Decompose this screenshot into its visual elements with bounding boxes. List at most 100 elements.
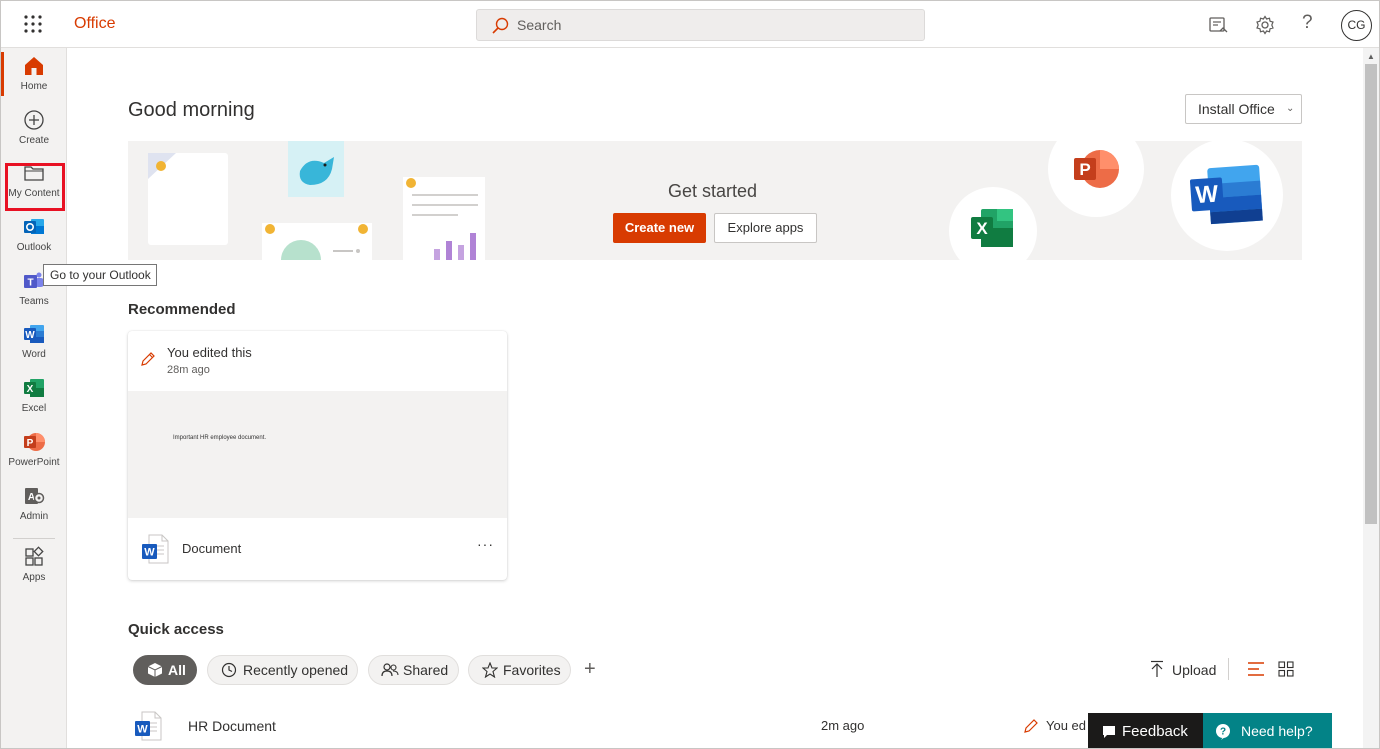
outlook-highlight-box <box>5 163 65 211</box>
rail-item-apps[interactable]: Apps <box>1 539 67 593</box>
app-launcher-icon[interactable] <box>23 14 43 34</box>
install-office-label: Install Office <box>1198 101 1275 117</box>
word-file-icon: W <box>135 711 162 741</box>
excel-logo-icon: X <box>971 209 1013 247</box>
star-icon <box>482 662 498 678</box>
main-content: Good morning Install Office ⌄ Get starte… <box>67 48 1363 748</box>
people-icon <box>381 663 399 677</box>
home-icon <box>25 57 43 75</box>
pencil-edit-icon <box>141 352 155 366</box>
rail-label-create: Create <box>18 135 49 146</box>
filter-recently-opened[interactable]: Recently opened <box>207 655 358 685</box>
word-logo-icon: W <box>1189 164 1263 225</box>
preview-text: Important HR employee document. <box>173 435 267 441</box>
filter-all-label: All <box>168 662 186 678</box>
rail-item-admin[interactable]: A Admin <box>1 478 67 532</box>
grid-view-icon[interactable] <box>1278 661 1294 677</box>
banner-illustration <box>148 141 485 260</box>
rail-label-admin: Admin <box>19 511 49 522</box>
rail-item-create[interactable]: Create <box>1 102 67 156</box>
svg-text:X: X <box>976 219 988 238</box>
document-preview-thumbnail: Important HR employee document. <box>128 391 507 518</box>
explore-apps-button[interactable]: Explore apps <box>714 213 817 243</box>
powerpoint-logo-icon: P <box>1074 150 1119 188</box>
recommended-card[interactable]: You edited this 28m ago Important HR emp… <box>128 331 507 580</box>
upload-label: Upload <box>1172 662 1217 678</box>
rail-label-outlook: Outlook <box>16 242 52 253</box>
get-started-title: Get started <box>668 181 758 201</box>
apps-icon <box>25 546 44 566</box>
rail-item-outlook[interactable]: Outlook <box>1 209 67 263</box>
svg-text:T: T <box>27 278 33 289</box>
rail-label-apps: Apps <box>22 572 46 583</box>
search-icon <box>492 17 509 34</box>
settings-gear-icon[interactable] <box>1254 14 1276 36</box>
file-time: 2m ago <box>821 718 865 733</box>
vertical-scrollbar[interactable]: ▲ <box>1363 48 1379 748</box>
svg-text:W: W <box>144 547 155 559</box>
scrollbar-thumb[interactable] <box>1365 64 1377 524</box>
filter-recently-opened-label: Recently opened <box>243 662 349 678</box>
feedback-label: Feedback <box>1122 723 1188 740</box>
svg-text:?: ? <box>1220 727 1226 738</box>
upload-icon <box>1151 660 1163 677</box>
rail-label-word: Word <box>22 349 46 360</box>
svg-text:W: W <box>25 330 35 341</box>
rail-item-word[interactable]: W Word <box>1 316 67 370</box>
word-file-icon: W <box>142 534 169 564</box>
help-icon[interactable]: ? <box>1302 12 1313 34</box>
quick-access-heading: Quick access <box>128 621 224 638</box>
filter-favorites[interactable]: Favorites <box>468 655 571 685</box>
feedback-button[interactable]: Feedback <box>1088 713 1203 748</box>
whats-new-icon[interactable] <box>1207 14 1229 36</box>
svg-text:P: P <box>1079 160 1090 179</box>
office-brand-link[interactable]: Office <box>74 15 116 33</box>
chat-bubble-icon <box>1103 726 1115 738</box>
search-box[interactable] <box>476 9 925 41</box>
user-avatar[interactable]: CG <box>1341 10 1372 41</box>
clock-icon <box>221 662 237 678</box>
create-new-button[interactable]: Create new <box>613 213 706 243</box>
rail-label-excel: Excel <box>21 403 47 414</box>
help-bubble-icon: ? <box>1216 724 1230 740</box>
filter-all[interactable]: All <box>133 655 197 685</box>
add-filter-button[interactable]: + <box>584 658 596 681</box>
rail-item-home[interactable]: Home <box>1 48 67 102</box>
rail-item-powerpoint[interactable]: P PowerPoint <box>1 424 67 478</box>
card-activity: You edited this <box>167 345 252 360</box>
powerpoint-app-tile: P <box>1048 141 1144 217</box>
file-activity: You ed <box>1046 718 1087 733</box>
filter-shared-label: Shared <box>403 662 449 678</box>
cube-icon <box>147 663 163 677</box>
greeting-heading: Good morning <box>128 99 255 121</box>
need-help-label: Need help? <box>1241 723 1313 739</box>
need-help-button[interactable]: ? Need help? <box>1203 713 1332 748</box>
recommended-heading: Recommended <box>128 301 236 318</box>
excel-icon: X <box>24 379 44 397</box>
rail-item-excel[interactable]: X Excel <box>1 370 67 424</box>
card-file-name: Document <box>182 541 242 556</box>
chevron-down-icon: ⌄ <box>1286 103 1295 114</box>
scroll-up-arrow-icon[interactable]: ▲ <box>1367 52 1375 61</box>
outlook-icon <box>24 219 44 234</box>
file-name: HR Document <box>188 718 276 734</box>
filter-shared[interactable]: Shared <box>368 655 459 685</box>
toolbar-divider <box>1228 658 1229 680</box>
rail-label-teams: Teams <box>19 296 49 307</box>
install-office-button[interactable]: Install Office ⌄ <box>1185 94 1302 124</box>
left-app-rail: Home Create My Content Outlook T Teams W… <box>1 48 67 748</box>
more-options-button[interactable]: ··· <box>477 536 494 552</box>
svg-text:P: P <box>27 438 34 449</box>
list-view-icon[interactable] <box>1247 661 1265 677</box>
powerpoint-icon: P <box>24 433 45 451</box>
svg-text:W: W <box>1195 181 1220 210</box>
plus-circle-icon <box>24 110 44 130</box>
admin-icon: A <box>25 488 45 504</box>
rail-label-home: Home <box>20 81 48 92</box>
card-time: 28m ago <box>167 364 210 376</box>
filter-favorites-label: Favorites <box>503 662 561 678</box>
excel-app-tile: X <box>949 187 1037 260</box>
svg-text:X: X <box>27 384 34 395</box>
top-bar: Office ? CG <box>1 1 1379 48</box>
search-input[interactable] <box>517 10 917 40</box>
